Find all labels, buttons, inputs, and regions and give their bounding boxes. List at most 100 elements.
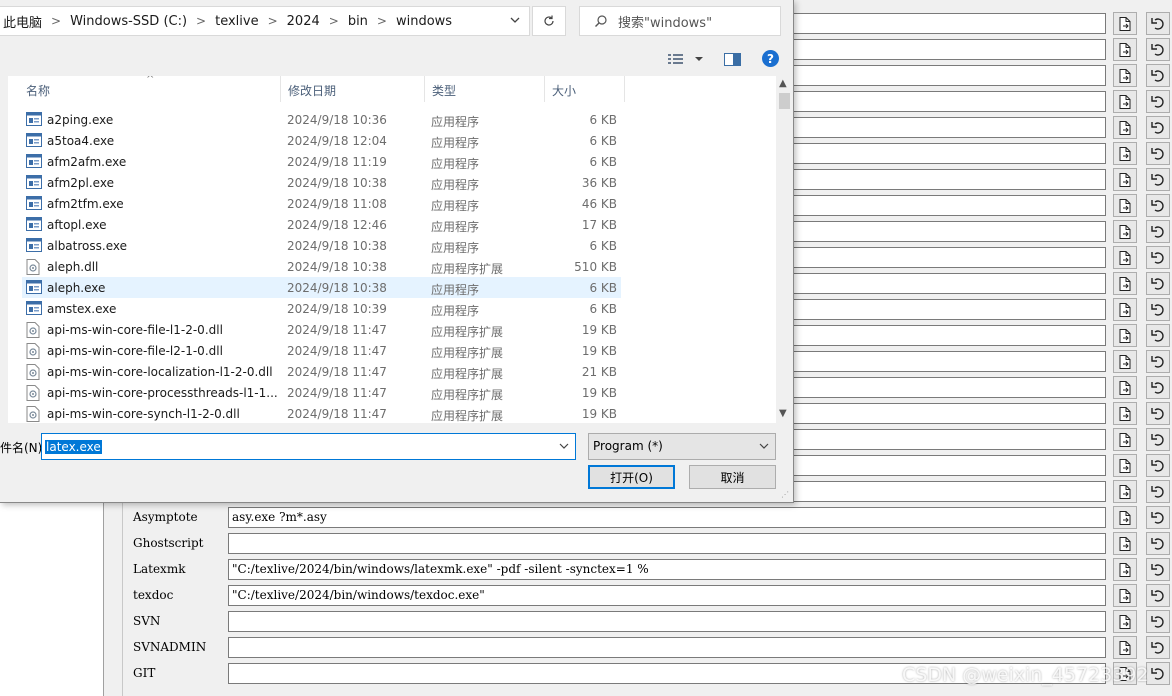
reset-button[interactable] <box>1146 376 1170 399</box>
chevron-down-icon[interactable] <box>559 442 569 450</box>
file-row[interactable]: aftopl.exe 2024/9/18 12:46 应用程序 17 KB <box>22 214 621 235</box>
select-file-button[interactable] <box>1113 12 1137 35</box>
reset-button[interactable] <box>1146 246 1170 269</box>
reset-button[interactable] <box>1146 532 1170 555</box>
select-file-button[interactable] <box>1113 90 1137 113</box>
file-row[interactable]: aleph.dll 2024/9/18 10:38 应用程序扩展 510 KB <box>22 256 621 277</box>
select-file-button[interactable] <box>1113 246 1137 269</box>
refresh-button[interactable] <box>532 6 566 36</box>
reset-button[interactable] <box>1146 116 1170 139</box>
select-file-button[interactable] <box>1113 142 1137 165</box>
select-file-button[interactable] <box>1113 480 1137 503</box>
select-file-button[interactable] <box>1113 272 1137 295</box>
select-file-button[interactable] <box>1113 64 1137 87</box>
reset-button[interactable] <box>1146 428 1170 451</box>
select-file-button[interactable] <box>1113 168 1137 191</box>
reset-button[interactable] <box>1146 584 1170 607</box>
column-date[interactable]: 修改日期 <box>280 76 425 102</box>
select-file-button[interactable] <box>1113 350 1137 373</box>
select-file-button[interactable] <box>1113 610 1137 633</box>
reset-button[interactable] <box>1146 194 1170 217</box>
select-file-button[interactable] <box>1113 558 1137 581</box>
reset-button[interactable] <box>1146 12 1170 35</box>
filetype-select[interactable]: Program (*) <box>588 433 776 460</box>
breadcrumb-separator-icon[interactable]: > <box>374 14 390 28</box>
file-row[interactable]: afm2pl.exe 2024/9/18 10:38 应用程序 36 KB <box>22 172 621 193</box>
reset-button[interactable] <box>1146 636 1170 659</box>
select-file-button[interactable] <box>1113 324 1137 347</box>
select-file-button[interactable] <box>1113 194 1137 217</box>
breadcrumb-item[interactable]: bin <box>342 14 374 29</box>
vertical-scrollbar[interactable]: ▲ ▼ <box>776 76 793 423</box>
reset-button[interactable] <box>1146 402 1170 425</box>
reset-button[interactable] <box>1146 506 1170 529</box>
breadcrumb-item[interactable]: windows <box>390 14 458 29</box>
reset-button[interactable] <box>1146 610 1170 633</box>
breadcrumb-separator-icon[interactable]: > <box>48 14 64 28</box>
file-row[interactable]: afm2tfm.exe 2024/9/18 11:08 应用程序 46 KB <box>22 193 621 214</box>
file-row[interactable]: api-ms-win-core-file-l2-1-0.dll 2024/9/18… <box>22 340 621 361</box>
file-row[interactable]: api-ms-win-core-localization-l1-2-0.dll 2… <box>22 361 621 382</box>
file-row[interactable]: api-ms-win-core-file-l1-2-0.dll 2024/9/18… <box>22 319 621 340</box>
breadcrumb-item[interactable]: 2024 <box>281 14 326 29</box>
reset-button[interactable] <box>1146 142 1170 165</box>
command-input[interactable]: "C:/texlive/2024/bin/windows/texdoc.exe" <box>228 585 1106 606</box>
file-row[interactable]: api-ms-win-core-synch-l1-2-0.dll 2024/9/1… <box>22 403 621 423</box>
select-file-button[interactable] <box>1113 376 1137 399</box>
reset-button[interactable] <box>1146 558 1170 581</box>
reset-button[interactable] <box>1146 168 1170 191</box>
file-row[interactable]: a2ping.exe 2024/9/18 10:36 应用程序 6 KB <box>22 109 621 130</box>
reset-button[interactable] <box>1146 454 1170 477</box>
file-row[interactable]: aleph.exe 2024/9/18 10:38 应用程序 6 KB <box>22 277 621 298</box>
breadcrumb-separator-icon[interactable]: > <box>193 14 209 28</box>
address-bar[interactable]: 此电脑 > Windows-SSD (C:) > texlive >2024 > bin > wi… <box>0 6 530 36</box>
select-file-button[interactable] <box>1113 298 1137 321</box>
file-row[interactable]: amstex.exe 2024/9/18 10:39 应用程序 6 KB <box>22 298 621 319</box>
column-name[interactable]: 名称 <box>18 76 281 102</box>
file-row[interactable]: albatross.exe 2024/9/18 10:38 应用程序 6 KB <box>22 235 621 256</box>
resize-grip-icon[interactable]: ⋰ <box>781 490 789 499</box>
scroll-up-icon[interactable]: ▲ <box>779 78 787 89</box>
file-row[interactable]: api-ms-win-core-processthreads-l1-1... 20… <box>22 382 621 403</box>
command-input[interactable] <box>228 533 1106 554</box>
reset-button[interactable] <box>1146 350 1170 373</box>
file-row[interactable]: a5toa4.exe 2024/9/18 12:04 应用程序 6 KB <box>22 130 621 151</box>
select-file-button[interactable] <box>1113 584 1137 607</box>
search-input[interactable]: 搜索"windows" <box>579 6 781 36</box>
reset-button[interactable] <box>1146 220 1170 243</box>
select-file-button[interactable] <box>1113 506 1137 529</box>
reset-button[interactable] <box>1146 64 1170 87</box>
breadcrumb-separator-icon[interactable]: > <box>326 14 342 28</box>
command-input[interactable]: asy.exe ?m*.asy <box>228 507 1106 528</box>
scroll-thumb[interactable] <box>779 93 790 109</box>
change-view-button[interactable] <box>668 50 708 68</box>
reset-button[interactable] <box>1146 298 1170 321</box>
command-input[interactable]: "C:/texlive/2024/bin/windows/latexmk.exe… <box>228 559 1106 580</box>
reset-button[interactable] <box>1146 480 1170 503</box>
breadcrumb-item[interactable]: 此电脑 <box>0 12 48 31</box>
cancel-button[interactable]: 取消 <box>689 465 776 489</box>
command-input[interactable] <box>228 611 1106 632</box>
reset-button[interactable] <box>1146 38 1170 61</box>
breadcrumb-item[interactable]: Windows-SSD (C:) <box>64 14 193 29</box>
select-file-button[interactable] <box>1113 220 1137 243</box>
select-file-button[interactable] <box>1113 402 1137 425</box>
breadcrumb-item[interactable]: texlive <box>209 14 264 29</box>
open-button[interactable]: 打开(O) <box>588 465 675 489</box>
chevron-down-icon[interactable] <box>509 14 521 26</box>
command-input[interactable] <box>228 637 1106 658</box>
help-button[interactable]: ? <box>762 50 779 67</box>
select-file-button[interactable] <box>1113 532 1137 555</box>
breadcrumb-separator-icon[interactable]: > <box>265 14 281 28</box>
select-file-button[interactable] <box>1113 428 1137 451</box>
select-file-button[interactable] <box>1113 636 1137 659</box>
select-file-button[interactable] <box>1113 454 1137 477</box>
scroll-down-icon[interactable]: ▼ <box>779 408 787 419</box>
reset-button[interactable] <box>1146 90 1170 113</box>
reset-button[interactable] <box>1146 272 1170 295</box>
preview-pane-button[interactable] <box>724 51 741 70</box>
column-size[interactable]: 大小 <box>544 76 625 102</box>
select-file-button[interactable] <box>1113 38 1137 61</box>
reset-button[interactable] <box>1146 324 1170 347</box>
column-type[interactable]: 类型 <box>424 76 545 102</box>
